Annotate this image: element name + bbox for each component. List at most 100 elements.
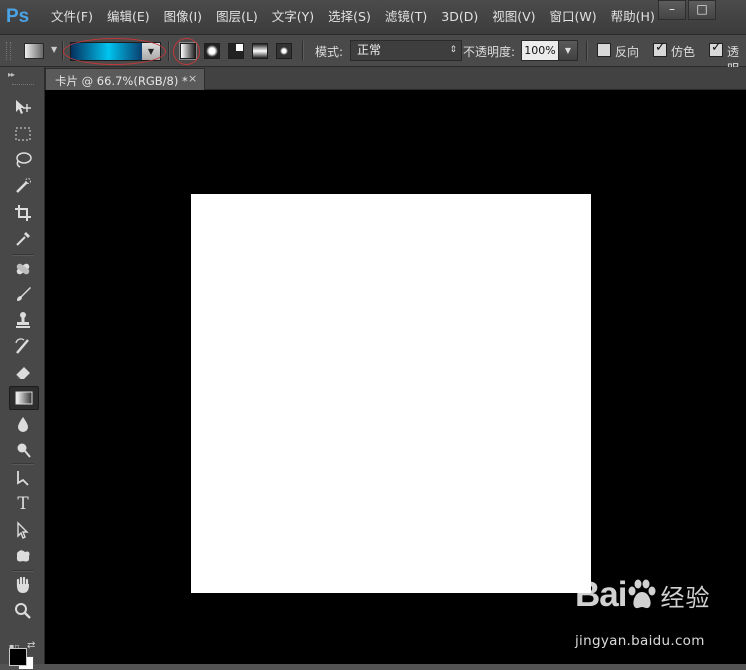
opacity-input[interactable]: 100% xyxy=(521,40,559,61)
options-bar-grip[interactable] xyxy=(6,42,11,60)
menu-type[interactable]: 文字(Y) xyxy=(265,0,321,34)
document-canvas[interactable] xyxy=(191,194,591,593)
crop-tool[interactable] xyxy=(9,202,37,224)
pen-tool[interactable] xyxy=(9,467,37,489)
panel-grip[interactable] xyxy=(12,84,34,87)
type-icon: T xyxy=(17,494,29,514)
hand-tool[interactable] xyxy=(9,574,37,596)
path-selection-tool[interactable] xyxy=(9,519,37,541)
divider xyxy=(586,41,588,61)
window-controls: – □ xyxy=(658,0,718,20)
mode-select[interactable]: 正常 ⇕ xyxy=(350,40,462,61)
document-tab-bar: 卡片 @ 66.7%(RGB/8) * × xyxy=(45,67,746,90)
dodge-icon xyxy=(17,443,31,458)
eraser-tool[interactable] xyxy=(9,361,37,383)
move-tool[interactable] xyxy=(9,96,37,118)
watermark-url: jingyan.baidu.com xyxy=(575,633,705,649)
menu-filter[interactable]: 滤镜(T) xyxy=(378,0,434,34)
opacity-dropdown-button[interactable]: ▼ xyxy=(558,40,578,61)
swap-colors-icon[interactable]: ⇄ xyxy=(27,640,35,651)
close-icon[interactable]: × xyxy=(188,72,197,85)
minimize-button[interactable]: – xyxy=(658,0,686,20)
marquee-icon xyxy=(15,127,31,141)
gradient-tool[interactable] xyxy=(9,386,39,410)
menu-bar: Ps 文件(F) 编辑(E) 图像(I) 图层(L) 文字(Y) 选择(S) 滤… xyxy=(0,0,746,35)
clone-stamp-tool[interactable] xyxy=(9,309,37,331)
angle-gradient-button[interactable] xyxy=(228,43,244,59)
divider xyxy=(168,41,170,61)
hand-icon xyxy=(16,576,29,593)
divider xyxy=(302,41,304,61)
maximize-button[interactable]: □ xyxy=(688,0,716,20)
menu-select[interactable]: 选择(S) xyxy=(321,0,378,34)
divider xyxy=(12,254,34,256)
reverse-checkbox[interactable] xyxy=(597,43,611,57)
checkmark-icon: ✓ xyxy=(711,40,722,55)
highlight-ellipse xyxy=(173,38,200,65)
history-brush-icon xyxy=(15,338,29,354)
gradient-icon xyxy=(15,391,33,405)
diamond-gradient-button[interactable] xyxy=(276,43,292,59)
gradient-preset-icon[interactable] xyxy=(24,43,44,59)
eraser-icon xyxy=(15,367,30,380)
zoom-tool[interactable] xyxy=(9,600,37,622)
dodge-tool[interactable] xyxy=(9,439,37,461)
collapse-icon[interactable]: ▸▸ xyxy=(8,70,15,79)
eyedropper-tool[interactable] xyxy=(9,228,37,250)
checkmark-icon: ✓ xyxy=(655,40,666,55)
menu-edit[interactable]: 编辑(E) xyxy=(100,0,157,34)
radial-gradient-button[interactable] xyxy=(204,43,220,59)
menu-view[interactable]: 视图(V) xyxy=(485,0,542,34)
dither-label: 仿色 xyxy=(671,45,696,59)
color-swatches: ▪▫ ⇄ xyxy=(9,640,37,670)
dither-checkbox[interactable]: ✓ xyxy=(653,40,667,57)
updown-arrow-icon: ⇕ xyxy=(449,45,457,55)
menu-3d[interactable]: 3D(D) xyxy=(434,0,485,34)
chevron-down-icon[interactable]: ▼ xyxy=(51,45,57,54)
baidu-jingyan-watermark: Bai 经验 jingyan.baidu.com xyxy=(575,575,745,655)
mode-label: 模式: xyxy=(315,45,344,59)
divider xyxy=(12,463,34,465)
lasso-icon xyxy=(16,152,32,168)
magnifier-icon xyxy=(15,603,31,619)
lasso-tool[interactable] xyxy=(9,149,37,171)
history-brush-tool[interactable] xyxy=(9,335,37,357)
brush-tool[interactable] xyxy=(9,283,37,305)
menu-file[interactable]: 文件(F) xyxy=(44,0,100,34)
crop-icon xyxy=(15,205,31,221)
pen-icon xyxy=(17,471,29,486)
custom-shape-tool[interactable] xyxy=(9,545,37,567)
highlight-ellipse xyxy=(63,38,166,65)
divider xyxy=(12,570,34,572)
stamp-icon xyxy=(16,312,30,328)
menu-help[interactable]: 帮助(H) xyxy=(604,0,662,34)
document-tab[interactable]: 卡片 @ 66.7%(RGB/8) * × xyxy=(45,68,205,90)
quick-select-tool[interactable] xyxy=(9,175,37,197)
move-icon xyxy=(16,100,31,114)
menu-window[interactable]: 窗口(W) xyxy=(543,0,604,34)
tools-panel: ▸▸ T ▪▫ ⇄ xyxy=(0,67,45,670)
foreground-color-swatch[interactable] xyxy=(9,648,27,666)
marquee-tool[interactable] xyxy=(9,123,37,145)
bandage-icon xyxy=(16,263,30,275)
eyedropper-icon xyxy=(16,232,30,246)
menu-image[interactable]: 图像(I) xyxy=(157,0,209,34)
paw-icon xyxy=(628,579,656,609)
chevron-down-icon: ▼ xyxy=(564,46,572,55)
document-tab-label: 卡片 @ 66.7%(RGB/8) * xyxy=(55,74,188,88)
shape-icon xyxy=(16,550,30,562)
opacity-label: 不透明度: xyxy=(463,45,516,59)
drop-icon xyxy=(18,417,28,432)
blur-tool[interactable] xyxy=(9,413,37,435)
menu-layer[interactable]: 图层(L) xyxy=(209,0,265,34)
reflected-gradient-button[interactable] xyxy=(252,43,268,59)
options-bar: ▼ ▼ 模式: 正常 ⇕ 不透明度: 100% ▼ 反向 ✓ 仿色 ✓ 透明 xyxy=(0,35,746,76)
quick-select-icon xyxy=(16,178,31,193)
reverse-label: 反向 xyxy=(615,45,640,59)
main-menu: 文件(F) 编辑(E) 图像(I) 图层(L) 文字(Y) 选择(S) 滤镜(T… xyxy=(44,0,662,34)
transparency-checkbox[interactable]: ✓ xyxy=(709,40,723,57)
type-tool[interactable]: T xyxy=(9,493,37,515)
mode-value: 正常 xyxy=(357,43,382,57)
healing-brush-tool[interactable] xyxy=(9,258,37,280)
photoshop-logo: Ps xyxy=(6,6,30,27)
